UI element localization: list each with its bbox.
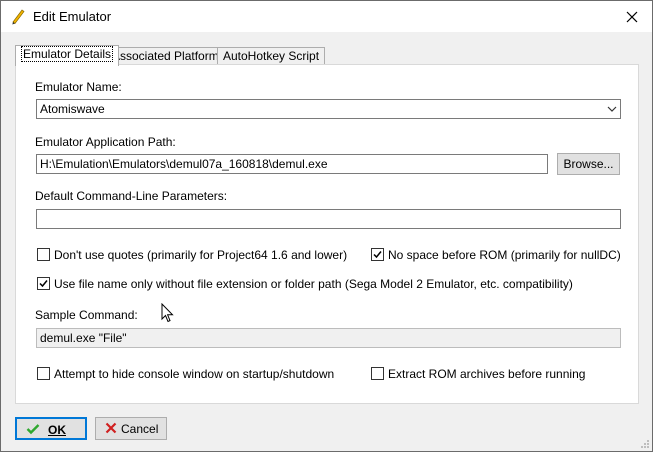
emulator-name-label: Emulator Name: [35, 80, 122, 94]
close-icon [626, 11, 638, 22]
checkmark-icon [373, 251, 382, 259]
dont-use-quotes-label: Don't use quotes (primarily for Project6… [54, 248, 348, 262]
ok-button[interactable]: OK [15, 417, 87, 440]
title-bar: Edit Emulator [1, 1, 652, 32]
app-path-label: Emulator Application Path: [35, 135, 176, 149]
window-title: Edit Emulator [33, 9, 112, 24]
pencil-icon [10, 7, 26, 25]
sample-command-label: Sample Command: [35, 308, 138, 322]
file-name-only-checkbox[interactable] [37, 277, 50, 290]
cmd-params-input[interactable] [36, 209, 621, 229]
ok-label: OK [48, 423, 66, 437]
tab-autohotkey-script[interactable]: AutoHotkey Script [217, 47, 326, 65]
green-check-icon [26, 424, 40, 435]
app-path-input[interactable]: H:\Emulation\Emulators\demul07a_160818\d… [36, 154, 548, 174]
sample-command-field: demul.exe "File" [36, 328, 621, 348]
emulator-name-value: Atomiswave [40, 102, 105, 116]
checkmark-icon [39, 280, 48, 288]
no-space-label: No space before ROM (primarily for nullD… [388, 248, 621, 262]
hide-console-label: Attempt to hide console window on startu… [54, 367, 335, 381]
close-button[interactable] [612, 1, 652, 32]
extract-rom-checkbox[interactable] [371, 367, 384, 380]
no-space-checkbox[interactable] [371, 248, 384, 261]
tab-emulator-details[interactable]: Emulator Details [15, 45, 120, 66]
extract-rom-label: Extract ROM archives before running [388, 367, 586, 381]
tab-associated-platforms[interactable]: Associated Platforms [106, 47, 231, 65]
chevron-down-icon [607, 106, 617, 112]
mouse-cursor-icon [161, 303, 174, 323]
red-x-icon [105, 422, 117, 434]
hide-console-checkbox[interactable] [37, 367, 50, 380]
emulator-details-panel: Emulator Name: Atomiswave Emulator Appli… [15, 64, 639, 404]
cancel-label: Cancel [121, 422, 159, 436]
dont-use-quotes-checkbox[interactable] [37, 248, 50, 261]
file-name-only-label: Use file name only without file extensio… [54, 277, 573, 291]
cmd-params-label: Default Command-Line Parameters: [35, 189, 228, 203]
browse-button[interactable]: Browse... [557, 153, 620, 175]
resize-grip-icon[interactable] [640, 439, 650, 449]
cancel-button[interactable]: Cancel [95, 417, 167, 440]
emulator-name-dropdown[interactable]: Atomiswave [36, 99, 621, 119]
edit-emulator-dialog: Edit Emulator Emulator Details Associate… [0, 0, 653, 452]
